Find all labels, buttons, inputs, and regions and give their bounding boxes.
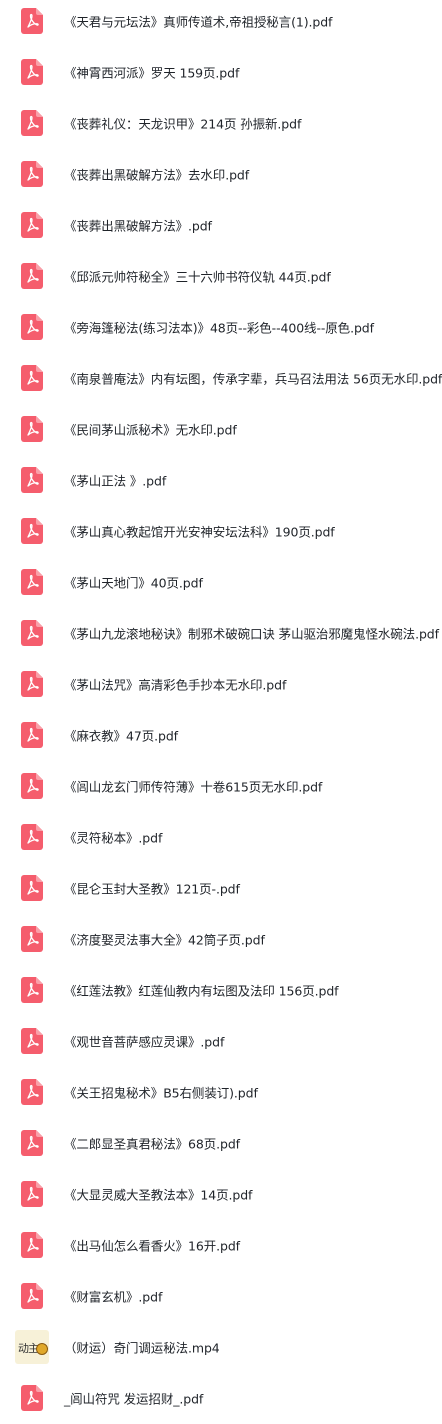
file-name: 《观世音菩萨感应灵课》.pdf <box>64 1034 225 1050</box>
pdf-icon <box>21 926 43 952</box>
file-row[interactable]: 《天君与元坛法》真师传道术,帝祖授秘言(1).pdf <box>0 0 442 47</box>
pdf-icon <box>21 773 43 799</box>
file-name: 《南泉普庵法》内有坛图，传承字辈，兵马召法用法 56页无水印.pdf <box>64 371 442 387</box>
pdf-icon <box>21 977 43 1003</box>
pdf-icon <box>21 1130 43 1156</box>
file-name: 《大显灵威大圣教法本》14页.pdf <box>64 1187 253 1203</box>
file-row[interactable]: 《丧葬礼仪：天龙识甲》214页 孙振新.pdf <box>0 98 442 149</box>
file-name: （财运）奇门调运秘法.mp4 <box>64 1340 220 1356</box>
file-row[interactable]: 《邱派元帅符秘全》三十六帅书符仪轨 44页.pdf <box>0 251 442 302</box>
file-row[interactable]: 《昆仑玉封大圣教》121页-.pdf <box>0 863 442 914</box>
video-thumbnail-icon: 动主 <box>15 1330 49 1364</box>
thumbnail-text: 动主 <box>18 1342 39 1355</box>
pdf-icon <box>21 875 43 901</box>
file-name: 《神霄西河派》罗天 159页.pdf <box>64 65 240 81</box>
file-name: 《闾山龙玄门师传符薄》十卷615页无水印.pdf <box>64 779 323 795</box>
file-row[interactable]: 《民间茅山派秘术》无水印.pdf <box>0 404 442 455</box>
file-row[interactable]: 《茅山正法 》.pdf <box>0 455 442 506</box>
file-name: 《茅山天地门》40页.pdf <box>64 575 203 591</box>
file-name: 《昆仑玉封大圣教》121页-.pdf <box>64 881 240 897</box>
pdf-icon <box>21 1232 43 1258</box>
pdf-icon <box>21 1283 43 1309</box>
file-name: 《茅山正法 》.pdf <box>64 473 167 489</box>
file-row[interactable]: 动主 （财运）奇门调运秘法.mp4 <box>0 1322 442 1373</box>
file-row[interactable]: 《茅山法咒》高清彩色手抄本无水印.pdf <box>0 659 442 710</box>
file-name: 《茅山法咒》高清彩色手抄本无水印.pdf <box>64 677 287 693</box>
pdf-icon <box>21 1385 43 1411</box>
file-row[interactable]: 《丧葬出黑破解方法》.pdf <box>0 200 442 251</box>
file-row[interactable]: 《闾山龙玄门师传符薄》十卷615页无水印.pdf <box>0 761 442 812</box>
pdf-icon <box>21 620 43 646</box>
file-row[interactable]: 《大显灵威大圣教法本》14页.pdf <box>0 1169 442 1220</box>
file-row[interactable]: 《观世音菩萨感应灵课》.pdf <box>0 1016 442 1067</box>
pdf-icon <box>21 161 43 187</box>
file-row[interactable]: 《茅山真心教起馆开光安神安坛法科》190页.pdf <box>0 506 442 557</box>
file-name: 《民间茅山派秘术》无水印.pdf <box>64 422 237 438</box>
pdf-icon <box>21 722 43 748</box>
file-row[interactable]: 《灵符秘本》.pdf <box>0 812 442 863</box>
file-name: 《财富玄机》.pdf <box>64 1289 163 1305</box>
file-row[interactable]: 《二郎显圣真君秘法》68页.pdf <box>0 1118 442 1169</box>
pdf-icon <box>21 518 43 544</box>
pdf-icon <box>21 110 43 136</box>
file-row[interactable]: 《财富玄机》.pdf <box>0 1271 442 1322</box>
pdf-icon <box>21 1079 43 1105</box>
file-row[interactable]: 《茅山九龙滚地秘诀》制邪术破碗口诀 茅山驱治邪魔鬼怪水碗法.pdf <box>0 608 442 659</box>
pdf-icon <box>21 263 43 289</box>
pdf-icon <box>21 1028 43 1054</box>
file-row[interactable]: 《丧葬出黑破解方法》去水印.pdf <box>0 149 442 200</box>
pdf-icon <box>21 365 43 391</box>
file-name: 《邱派元帅符秘全》三十六帅书符仪轨 44页.pdf <box>64 269 331 285</box>
file-name: 《丧葬出黑破解方法》.pdf <box>64 218 212 234</box>
file-name: 《丧葬礼仪：天龙识甲》214页 孙振新.pdf <box>64 116 302 132</box>
pdf-icon <box>21 671 43 697</box>
pdf-icon <box>21 416 43 442</box>
file-row[interactable]: 《神霄西河派》罗天 159页.pdf <box>0 47 442 98</box>
file-name: 《红莲法教》红莲仙教内有坛图及法印 156页.pdf <box>64 983 339 999</box>
file-name: 《麻衣教》47页.pdf <box>64 728 178 744</box>
pdf-icon <box>21 59 43 85</box>
thumbnail-badge-icon <box>36 1343 48 1355</box>
file-name: 《二郎显圣真君秘法》68页.pdf <box>64 1136 240 1152</box>
file-name: 《出马仙怎么看香火》16开.pdf <box>64 1238 240 1254</box>
file-name: _闾山符咒 发运招财_.pdf <box>64 1391 204 1407</box>
file-row[interactable]: 《茅山天地门》40页.pdf <box>0 557 442 608</box>
pdf-icon <box>21 1181 43 1207</box>
file-list: 《天君与元坛法》真师传道术,帝祖授秘言(1).pdf 《神霄西河派》罗天 159… <box>0 0 442 1416</box>
pdf-icon <box>21 8 43 34</box>
file-row[interactable]: 《南泉普庵法》内有坛图，传承字辈，兵马召法用法 56页无水印.pdf <box>0 353 442 404</box>
file-name: 《关王招鬼秘术》B5右侧装订).pdf <box>64 1085 258 1101</box>
file-row[interactable]: 《济度娶灵法事大全》42筒子页.pdf <box>0 914 442 965</box>
file-name: 《灵符秘本》.pdf <box>64 830 163 846</box>
file-name: 《旁海篷秘法(练习法本)》48页--彩色--400线--原色.pdf <box>64 320 374 336</box>
file-row[interactable]: 《出马仙怎么看香火》16开.pdf <box>0 1220 442 1271</box>
file-name: 《天君与元坛法》真师传道术,帝祖授秘言(1).pdf <box>64 14 333 30</box>
pdf-icon <box>21 569 43 595</box>
file-row[interactable]: 《关王招鬼秘术》B5右侧装订).pdf <box>0 1067 442 1118</box>
file-row[interactable]: 《旁海篷秘法(练习法本)》48页--彩色--400线--原色.pdf <box>0 302 442 353</box>
file-name: 《茅山九龙滚地秘诀》制邪术破碗口诀 茅山驱治邪魔鬼怪水碗法.pdf <box>64 626 439 642</box>
file-name: 《丧葬出黑破解方法》去水印.pdf <box>64 167 250 183</box>
file-row[interactable]: 《红莲法教》红莲仙教内有坛图及法印 156页.pdf <box>0 965 442 1016</box>
pdf-icon <box>21 314 43 340</box>
file-name: 《茅山真心教起馆开光安神安坛法科》190页.pdf <box>64 524 335 540</box>
pdf-icon <box>21 212 43 238</box>
file-row[interactable]: 《麻衣教》47页.pdf <box>0 710 442 761</box>
file-name: 《济度娶灵法事大全》42筒子页.pdf <box>64 932 265 948</box>
pdf-icon <box>21 824 43 850</box>
pdf-icon <box>21 467 43 493</box>
